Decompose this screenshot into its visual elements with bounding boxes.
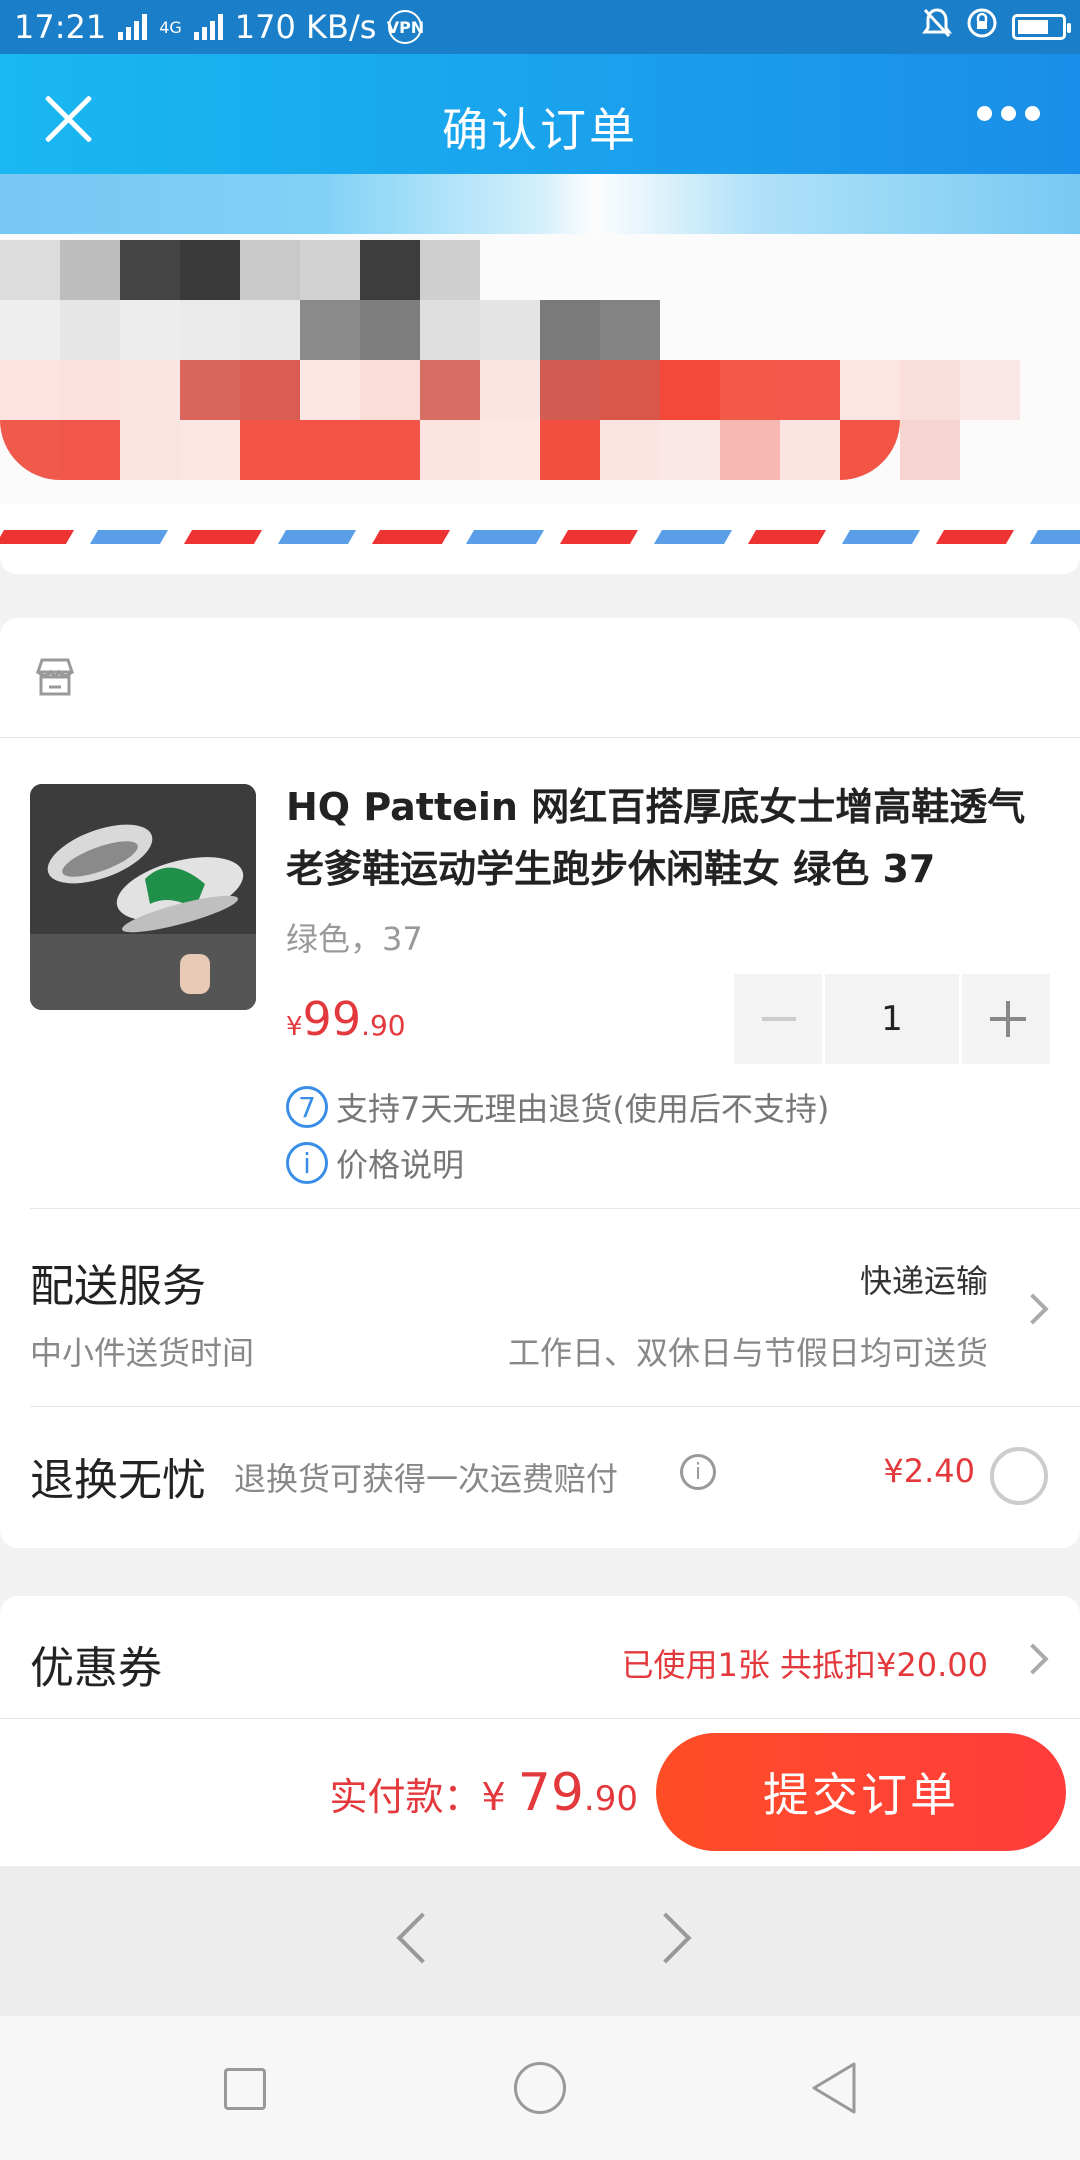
payment-bar: 实付款：¥ 79.90 提交订单 [0, 1718, 1080, 1866]
coupon-row[interactable]: 优惠券 已使用1张 共抵扣¥20.00 [0, 1596, 1080, 1718]
delivery-title: 配送服务 [30, 1261, 206, 1312]
signal-icon [118, 14, 148, 40]
vpn-icon: VPN [387, 10, 424, 44]
forward-arrow-icon[interactable] [640, 1912, 692, 1964]
product-spec: 绿色，37 [286, 920, 423, 958]
order-card: HQ Pattein 网红百搭厚底女士增高鞋透气老爹鞋运动学生跑步休闲鞋女 绿色… [0, 618, 1080, 1548]
seven-day-icon: 7 [286, 1086, 328, 1128]
coupon-title: 优惠券 [30, 1643, 162, 1694]
back-arrow-icon[interactable] [396, 1912, 448, 1964]
clock: 17:21 [14, 8, 107, 46]
product-image[interactable] [30, 784, 256, 1010]
shop-icon [35, 658, 75, 696]
delivery-time-label: 中小件送货时间 [30, 1334, 255, 1372]
header-bar: 确认订单 [0, 54, 1080, 174]
airmail-border [0, 530, 1080, 544]
home-icon[interactable] [514, 2062, 566, 2114]
decrease-button[interactable] [734, 974, 822, 1064]
back-icon[interactable] [808, 2060, 860, 2116]
coupon-value: 已使用1张 共抵扣¥20.00 [621, 1646, 988, 1684]
chevron-right-icon [1017, 1293, 1049, 1325]
delivery-time-value: 工作日、双休日与节假日均可送货 [507, 1334, 988, 1372]
network-speed: 170 KB/s [234, 8, 377, 46]
page-title: 确认订单 [442, 103, 638, 157]
status-bar: 17:21 4G 170 KB/s VPN [0, 0, 1080, 54]
network-type: 4G [159, 17, 182, 37]
return-policy: 7 支持7天无理由退货(使用后不支持) [286, 1084, 829, 1130]
mute-bell-icon [922, 7, 952, 47]
info-icon[interactable]: i [680, 1454, 716, 1490]
quantity-value[interactable]: 1 [825, 974, 959, 1064]
increase-button[interactable] [962, 974, 1050, 1064]
total-amount: 实付款：¥ 79.90 [329, 1763, 638, 1823]
rotation-lock-icon [966, 7, 998, 47]
recent-apps-icon[interactable] [224, 2068, 266, 2110]
quantity-stepper: 1 [734, 974, 1050, 1064]
shop-row[interactable] [0, 618, 1080, 738]
divider [30, 1406, 1080, 1407]
return-insurance-desc: 退换货可获得一次运费赔付 [234, 1460, 619, 1498]
return-insurance-price: ¥2.40 [883, 1452, 975, 1490]
browser-nav-bar [0, 1866, 1080, 2016]
delivery-method: 快递运输 [859, 1262, 988, 1300]
product-price: ¥99.90 [286, 992, 406, 1046]
submit-order-button[interactable]: 提交订单 [656, 1733, 1066, 1851]
signal-icon-2 [193, 14, 223, 40]
battery-icon [1012, 14, 1071, 40]
product-title[interactable]: HQ Pattein 网红百搭厚底女士增高鞋透气老爹鞋运动学生跑步休闲鞋女 绿色… [286, 776, 1046, 900]
redacted-address-mosaic [0, 174, 1080, 504]
chevron-right-icon [1017, 1643, 1049, 1675]
price-explanation[interactable]: i 价格说明 [286, 1140, 464, 1186]
address-card[interactable] [0, 174, 1080, 574]
more-icon[interactable] [977, 106, 1040, 121]
system-nav-bar [0, 2016, 1080, 2160]
return-insurance-radio[interactable] [990, 1447, 1048, 1505]
return-insurance-title: 退换无忧 [30, 1455, 206, 1506]
info-icon: i [286, 1142, 328, 1184]
divider [30, 1208, 1080, 1209]
